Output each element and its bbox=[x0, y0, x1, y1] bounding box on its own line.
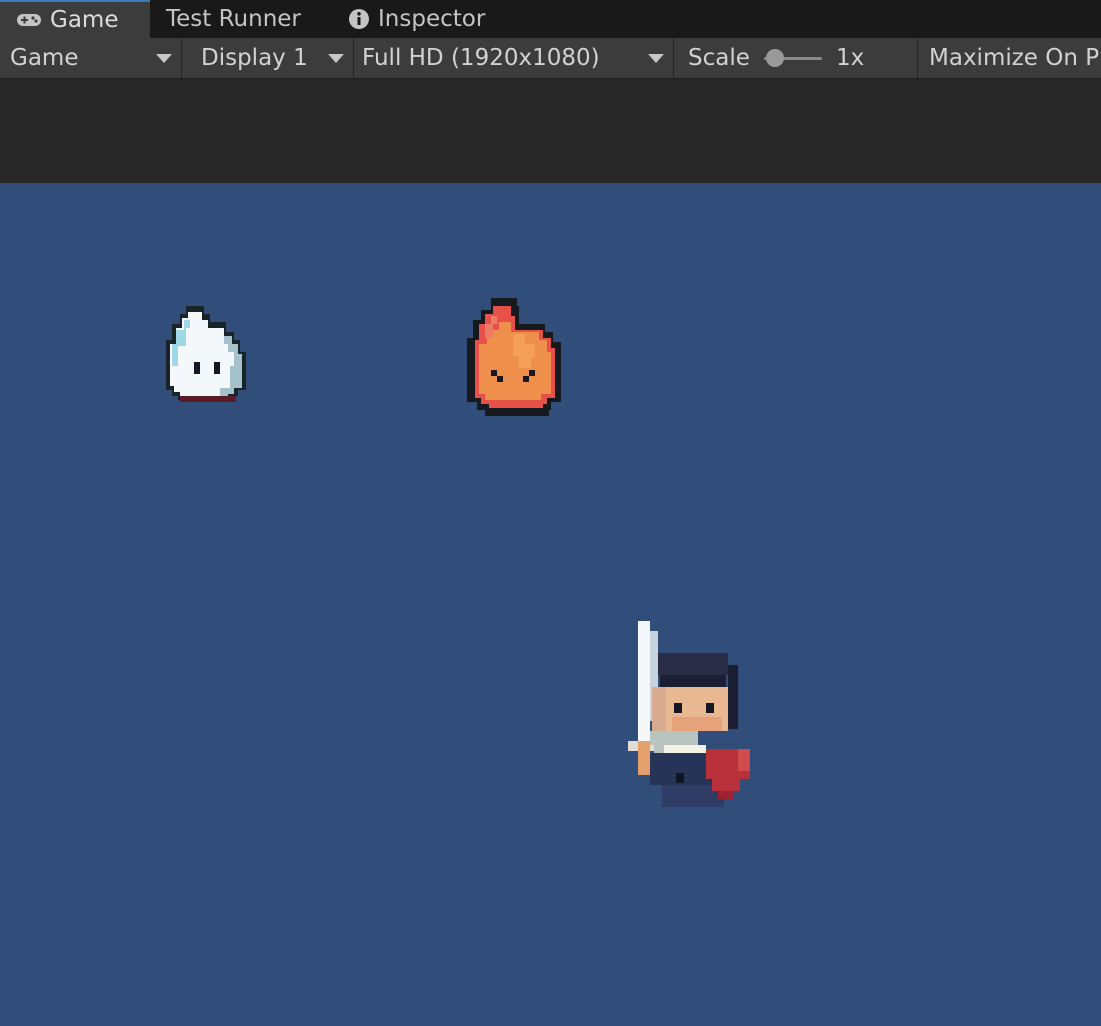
display-dropdown-label: Display 1 bbox=[201, 45, 308, 71]
maximize-on-play-button[interactable]: Maximize On Pl bbox=[918, 38, 1101, 78]
tab-game-label: Game bbox=[50, 7, 119, 33]
tab-inspector[interactable]: Inspector bbox=[330, 0, 530, 38]
fire-slime-sprite bbox=[467, 298, 561, 416]
scale-value: 1x bbox=[836, 45, 865, 71]
knight-sprite bbox=[628, 621, 750, 807]
tab-bar: Game Test Runner Inspector bbox=[0, 0, 1101, 38]
resolution-dropdown[interactable]: Full HD (1920x1080) bbox=[354, 38, 674, 78]
unity-game-window: Game Test Runner Inspector Game Display … bbox=[0, 0, 1101, 1026]
scale-label: Scale bbox=[688, 45, 750, 71]
info-icon bbox=[348, 8, 370, 30]
tab-test-runner[interactable]: Test Runner bbox=[150, 0, 330, 38]
chevron-down-icon bbox=[648, 54, 664, 63]
resolution-dropdown-label: Full HD (1920x1080) bbox=[362, 45, 600, 71]
scale-control: Scale 1x bbox=[674, 38, 918, 78]
chevron-down-icon bbox=[156, 54, 172, 63]
tab-game[interactable]: Game bbox=[0, 0, 150, 38]
view-dropdown-label: Game bbox=[10, 45, 79, 71]
tab-inspector-label: Inspector bbox=[378, 6, 486, 32]
game-view-letterbox bbox=[0, 79, 1101, 183]
game-toolbar: Game Display 1 Full HD (1920x1080) Scale… bbox=[0, 38, 1101, 79]
maximize-on-play-label: Maximize On Pl bbox=[929, 45, 1101, 71]
view-dropdown[interactable]: Game bbox=[0, 38, 182, 78]
ice-slime-sprite bbox=[166, 306, 246, 402]
gamepad-icon bbox=[16, 13, 42, 27]
scale-slider-thumb[interactable] bbox=[766, 49, 784, 67]
chevron-down-icon bbox=[328, 54, 344, 63]
display-dropdown[interactable]: Display 1 bbox=[182, 38, 354, 78]
tab-test-runner-label: Test Runner bbox=[166, 6, 301, 32]
game-viewport[interactable] bbox=[0, 183, 1101, 1026]
